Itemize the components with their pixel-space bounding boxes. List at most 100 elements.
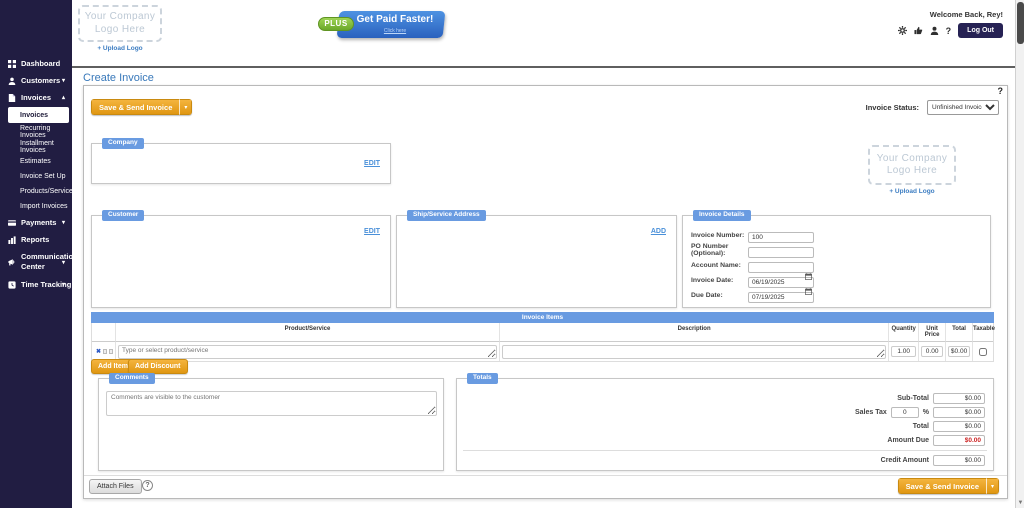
sidebar-subitem-invoices[interactable]: Invoices <box>8 107 69 123</box>
invoice-form-panel: ? Save & Send Invoice ▾ Invoice Status: … <box>83 85 1008 499</box>
items-header-row: Product/Service Description Quantity Uni… <box>92 323 993 342</box>
ship-service-address-section: Ship/Service Address ADD <box>396 215 677 308</box>
sales-tax-amount-input[interactable] <box>933 407 985 418</box>
subtotal-label: Sub-Total <box>897 395 929 402</box>
sidebar-item-communication-center[interactable]: Communication Center ▾ <box>0 248 72 276</box>
invoice-status-select[interactable]: Unfinished Invoices <box>927 100 999 115</box>
dashboard-icon <box>8 60 16 68</box>
gear-icon[interactable] <box>898 26 907 35</box>
invoice-status-label: Invoice Status: <box>866 103 919 112</box>
attach-files-help-icon[interactable]: ? <box>142 480 153 491</box>
sidebar-item-invoices[interactable]: Invoices ▴ <box>0 89 72 106</box>
sidebar-subitem-estimates[interactable]: Estimates <box>0 154 72 169</box>
vertical-scrollbar[interactable]: ▼ <box>1015 0 1024 508</box>
quantity-input[interactable] <box>891 346 916 357</box>
header-actions: ? Log Out <box>898 23 1003 38</box>
sidebar-label-customers: Customers <box>21 76 60 85</box>
description-input[interactable] <box>502 345 886 359</box>
ship-add-link[interactable]: ADD <box>651 228 666 235</box>
row-option-icon[interactable] <box>109 349 113 354</box>
sidebar-subitem-products-services[interactable]: Products/Services <box>0 184 72 199</box>
calendar-icon[interactable] <box>805 288 812 295</box>
customer-section: Customer EDIT <box>91 215 391 308</box>
amount-due-row: Amount Due <box>887 435 985 446</box>
scrollbar-down-arrow[interactable]: ▼ <box>1016 500 1024 506</box>
sidebar-subitem-import-invoices[interactable]: Import Invoices <box>0 199 72 214</box>
delete-row-icon[interactable]: ✖ <box>96 349 101 355</box>
scrollbar-thumb[interactable] <box>1017 2 1024 44</box>
save-options-caret-button[interactable]: ▾ <box>986 478 999 494</box>
sidebar-item-customers[interactable]: Customers ▾ <box>0 72 72 89</box>
sidebar-subitem-invoice-set-up[interactable]: Invoice Set Up <box>0 169 72 184</box>
panel-help-icon[interactable]: ? <box>998 86 1004 96</box>
line-total-input[interactable] <box>948 346 970 357</box>
quantity-column-header: Quantity <box>889 323 919 342</box>
save-options-caret-button[interactable]: ▾ <box>179 99 192 115</box>
save-send-invoice-button[interactable]: Save & Send Invoice <box>91 99 179 115</box>
sidebar-subitem-recurring-invoices[interactable]: Recurring Invoices <box>0 124 72 139</box>
sidebar-subitem-installment-invoices[interactable]: Installment Invoices <box>0 139 72 154</box>
customers-icon <box>8 77 16 85</box>
total-input[interactable] <box>933 421 985 432</box>
banner-click-here-link[interactable]: Click here <box>348 28 442 34</box>
unit-price-input[interactable] <box>921 346 943 357</box>
chevron-down-icon: ▾ <box>62 219 65 226</box>
sales-tax-rate-input[interactable] <box>891 407 919 418</box>
totals-section-label: Totals <box>467 373 498 384</box>
reports-icon <box>8 236 16 244</box>
total-label: Total <box>913 423 929 430</box>
main-content: Create Invoice ? Save & Send Invoice ▾ I… <box>72 66 1015 508</box>
user-icon[interactable] <box>930 26 939 35</box>
company-edit-link[interactable]: EDIT <box>364 160 380 167</box>
product-service-input[interactable] <box>118 345 497 359</box>
totals-divider <box>463 450 987 451</box>
welcome-text: Welcome Back, Rey! <box>930 10 1003 19</box>
clock-icon <box>8 281 16 289</box>
total-column-header: Total <box>946 323 973 342</box>
attach-files-button[interactable]: Attach Files <box>89 479 142 494</box>
add-discount-button[interactable]: Add Discount <box>128 359 188 374</box>
invoice-details-section: Invoice Details Invoice Number: PO Numbe… <box>682 215 991 308</box>
sidebar-label-invoices: Invoices <box>21 93 51 102</box>
invoice-items-header-bar: Invoice Items <box>91 312 994 323</box>
amount-due-input[interactable] <box>933 435 985 446</box>
subtotal-input[interactable] <box>933 393 985 404</box>
sales-tax-row: Sales Tax % <box>855 407 985 418</box>
chevron-down-icon: ▾ <box>62 259 65 266</box>
company-logo-placeholder[interactable]: Your Company Logo Here <box>78 5 162 42</box>
credit-amount-row: Credit Amount <box>881 455 985 466</box>
company-section-label: Company <box>102 138 144 149</box>
customer-edit-link[interactable]: EDIT <box>364 228 380 235</box>
sidebar-label-communication-center: Communication Center <box>21 252 63 272</box>
sidebar-item-time-tracking[interactable]: Time Tracking ▾ <box>0 276 72 293</box>
plus-badge: PLUS <box>318 17 354 31</box>
comments-input[interactable] <box>106 391 437 416</box>
upload-logo-link[interactable]: + Upload Logo <box>78 45 162 52</box>
megaphone-icon <box>8 258 16 266</box>
save-send-invoice-button[interactable]: Save & Send Invoice <box>898 478 986 494</box>
account-name-label: Account Name: <box>691 262 748 269</box>
taxable-checkbox[interactable] <box>979 348 987 356</box>
row-option-icon[interactable] <box>103 349 107 354</box>
sidebar-label-dashboard: Dashboard <box>21 59 60 68</box>
calendar-icon[interactable] <box>805 273 812 280</box>
invoice-status-row: Invoice Status: Unfinished Invoices <box>866 100 999 115</box>
credit-amount-input[interactable] <box>933 455 985 466</box>
invoice-upload-logo-link[interactable]: + Upload Logo <box>868 188 956 195</box>
chevron-down-icon: ▾ <box>62 281 65 288</box>
invoice-logo-placeholder[interactable]: Your Company Logo Here <box>868 145 956 185</box>
thumbs-up-icon[interactable] <box>914 26 923 35</box>
totals-section: Totals Sub-Total Sales Tax % Total Amoun… <box>456 378 994 471</box>
get-paid-faster-banner[interactable]: Get Paid Faster! Click here PLUS <box>318 11 444 38</box>
sidebar-item-dashboard[interactable]: Dashboard <box>0 55 72 72</box>
sidebar-item-payments[interactable]: Payments ▾ <box>0 214 72 231</box>
sidebar-label-reports: Reports <box>21 235 49 244</box>
help-icon[interactable]: ? <box>946 26 952 36</box>
logout-button[interactable]: Log Out <box>958 23 1003 38</box>
comments-section: Comments <box>98 378 444 471</box>
product-service-column-header: Product/Service <box>116 323 500 342</box>
sidebar-item-reports[interactable]: Reports <box>0 231 72 248</box>
sidebar-label-payments: Payments <box>21 218 56 227</box>
invoice-number-label: Invoice Number: <box>691 232 748 239</box>
row-controls-column-header <box>92 323 116 342</box>
